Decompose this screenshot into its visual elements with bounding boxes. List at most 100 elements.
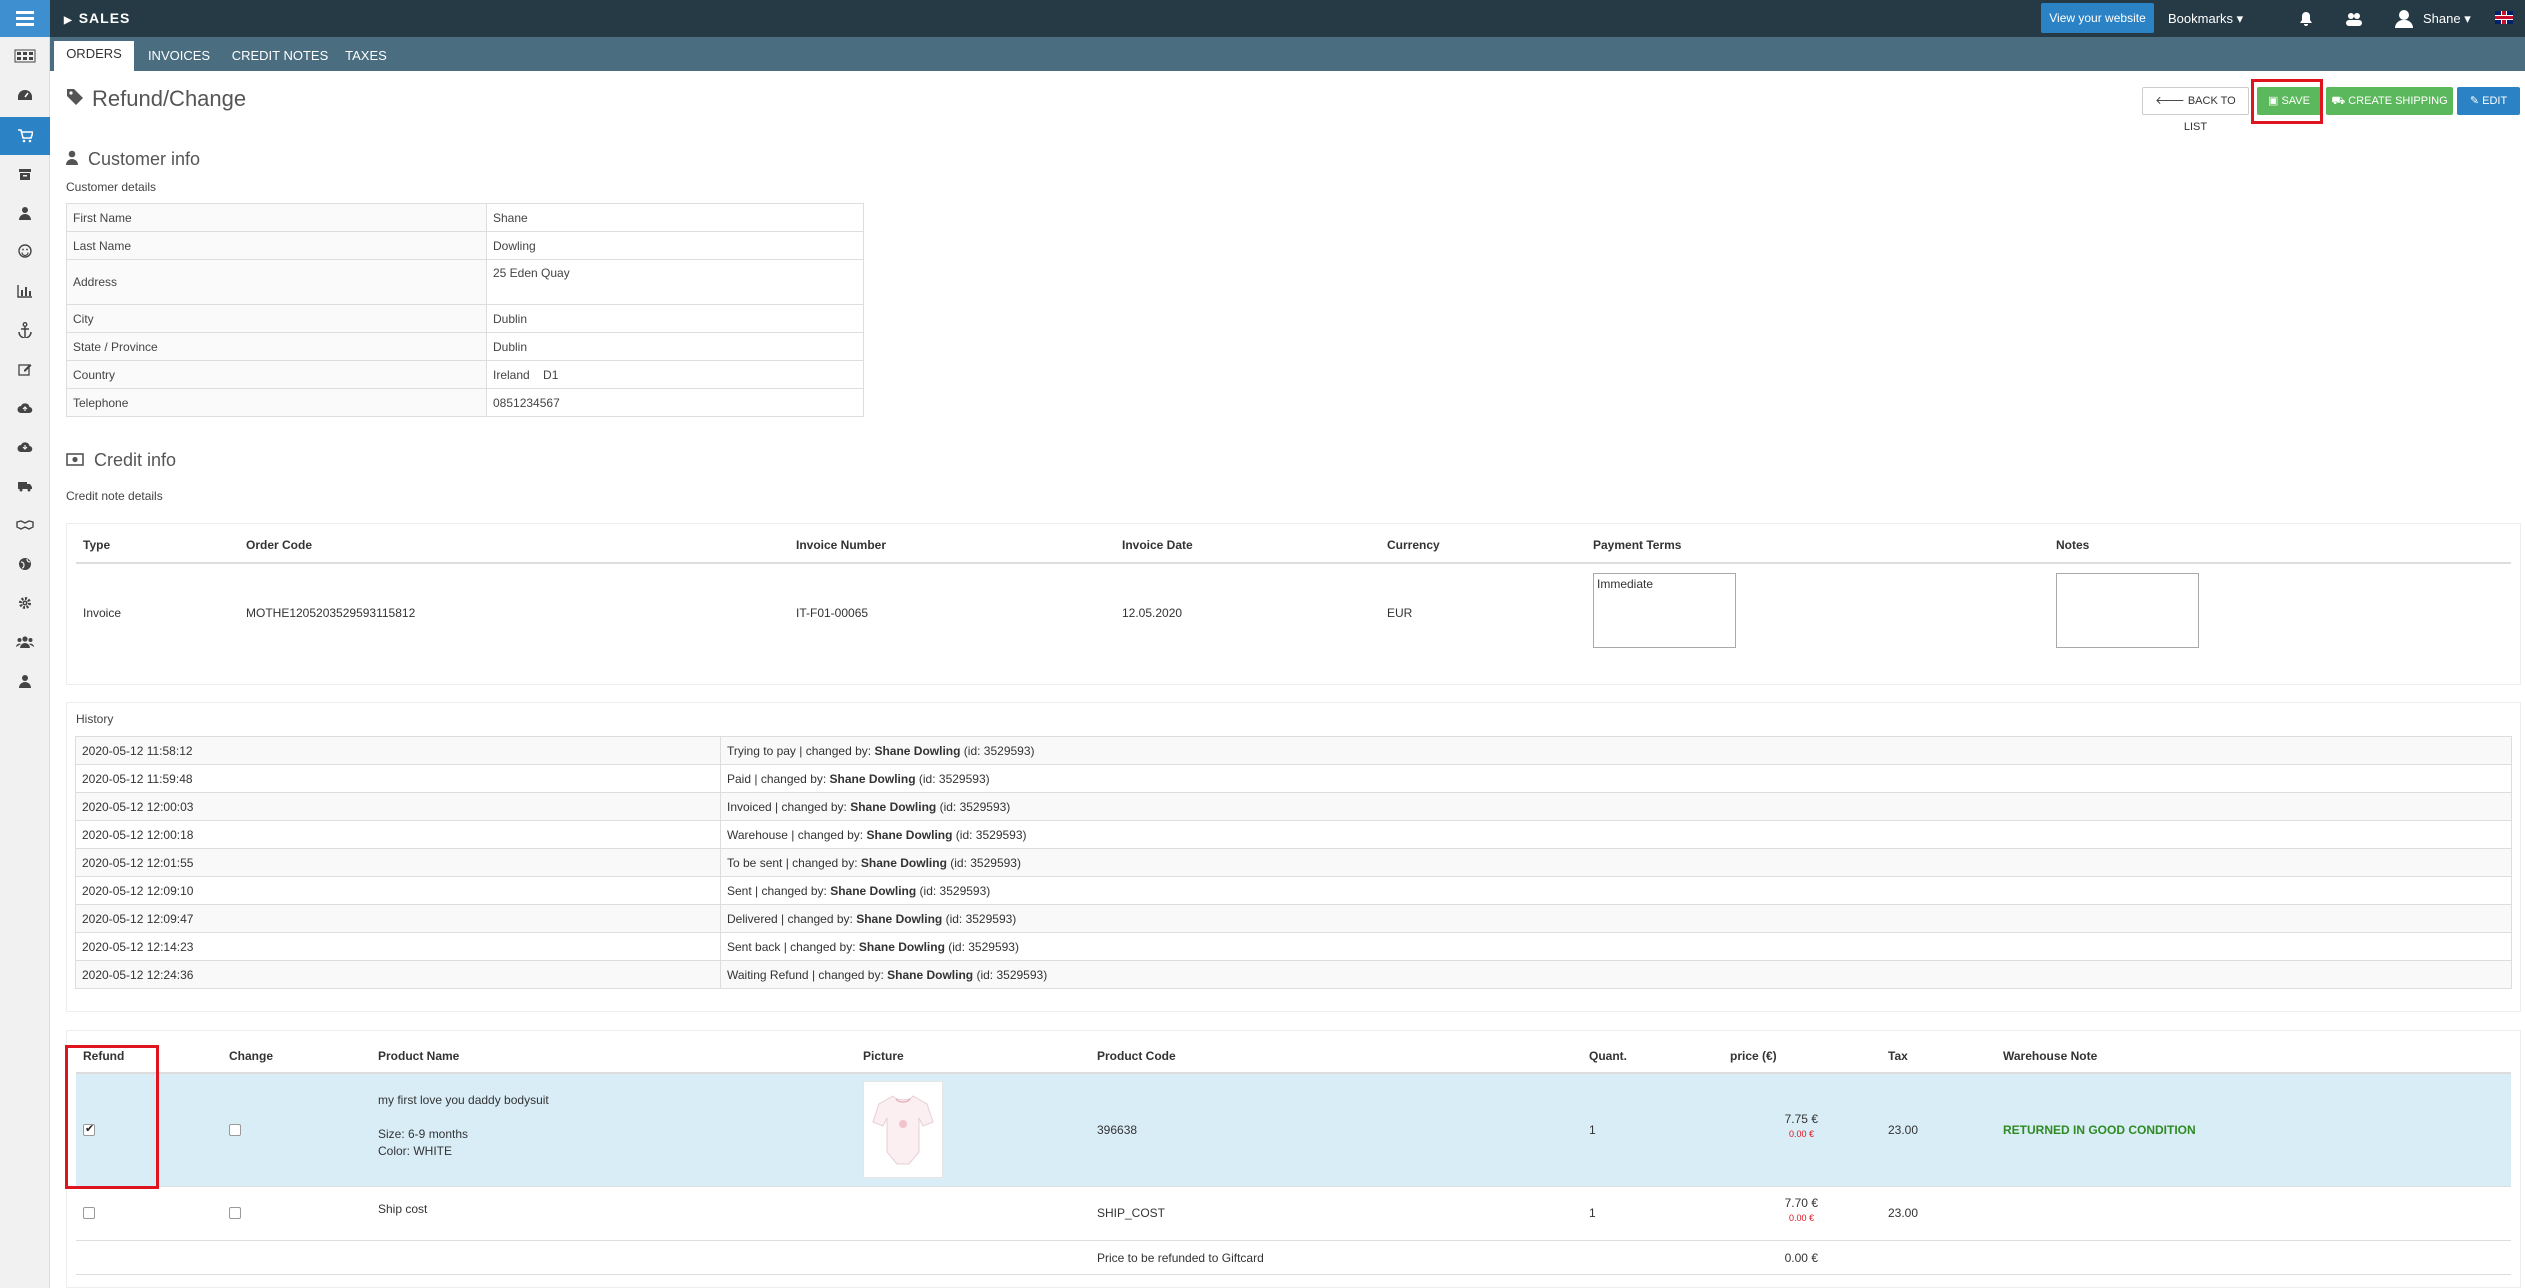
customer-table: First Name Shane Last Name Dowling Address… (66, 203, 864, 417)
change-checkbox[interactable] (229, 1207, 241, 1219)
payment-terms-textarea[interactable]: Immediate (1593, 573, 1736, 648)
tab-invoices[interactable]: INVOICES (134, 37, 224, 71)
history-user: Shane Dowling (858, 939, 945, 954)
history-row: 2020-05-12 12:24:36 Waiting Refund | chan… (75, 960, 2512, 989)
pencil-icon: ✎ (2469, 95, 2483, 107)
history-status: Paid (727, 771, 752, 786)
history-status: Trying to pay (727, 743, 796, 758)
edit-icon[interactable] (0, 350, 50, 388)
page-title-text: Refund/Change (92, 86, 247, 111)
bodysuit-image (863, 1081, 943, 1178)
user-avatar-icon (2395, 9, 2413, 28)
history-user: Shane Dowling (830, 883, 917, 898)
product-tax: 23.00 (1888, 1123, 1919, 1137)
history-event: Invoiced | changed by: Shane Dowling (id… (720, 792, 2512, 821)
account-icon[interactable] (0, 662, 50, 700)
history-date: 2020-05-12 12:01:55 (75, 848, 721, 877)
history-date: 2020-05-12 11:58:12 (75, 736, 721, 765)
sub-tabs-bar: ORDERS INVOICES CREDIT NOTES TAXES (50, 37, 2525, 71)
user-icon[interactable] (0, 194, 50, 232)
globe-icon[interactable] (0, 545, 50, 583)
history-user: Shane Dowling (860, 855, 947, 870)
cloud-upload-icon[interactable] (0, 389, 50, 427)
bar-chart-icon[interactable] (0, 272, 50, 310)
group-icon[interactable] (2345, 0, 2363, 37)
highlight-save-box (2251, 79, 2323, 124)
history-user: Shane Dowling (829, 771, 916, 786)
bookmarks-dropdown[interactable]: Bookmarks ▾ (2168, 0, 2243, 37)
create-shipping-button[interactable]: ⛟ CREATE SHIPPING (2326, 87, 2453, 115)
customer-label: First Name (66, 203, 487, 232)
customer-details-label: Customer details (66, 180, 157, 194)
refund-checkbox[interactable] (83, 1207, 95, 1219)
row-divider (76, 1186, 2511, 1187)
history-row: 2020-05-12 11:58:12 Trying to pay | chang… (75, 736, 2512, 765)
credit-order-code: MOTHE1205203529593115812 (246, 606, 416, 620)
customer-label: Last Name (66, 231, 487, 260)
anchor-icon[interactable] (0, 311, 50, 349)
sidebar-item-grid[interactable] (0, 37, 50, 75)
menu-toggle-icon[interactable] (0, 0, 50, 37)
col-picture: Picture (863, 1049, 904, 1063)
history-event: Warehouse | changed by: Shane Dowling (i… (720, 820, 2512, 849)
history-event: To be sent | changed by: Shane Dowling (… (720, 848, 2512, 877)
history-status: Sent back (727, 939, 781, 954)
dashboard-icon[interactable] (0, 76, 50, 114)
credit-currency: EUR (1387, 606, 1413, 620)
history-row: 2020-05-12 12:09:47 Delivered | changed b… (75, 904, 2512, 933)
credit-invoice-number: IT-F01-00065 (796, 606, 869, 620)
tab-orders[interactable]: ORDERS (54, 41, 134, 71)
giftcard-label: Price to be refunded to Giftcard (1097, 1251, 1264, 1265)
bell-icon[interactable] (2299, 0, 2313, 37)
truck-icon[interactable] (0, 467, 50, 505)
tab-credit-notes[interactable]: CREDIT NOTES (224, 37, 336, 71)
customer-info-heading: Customer info (66, 149, 200, 170)
customer-label: Address (66, 259, 487, 305)
handshake-icon[interactable] (0, 506, 50, 544)
col-quant: Quant. (1589, 1049, 1627, 1063)
product-price-refund: 0.00 € (1788, 1129, 1814, 1139)
archive-icon[interactable] (0, 155, 50, 193)
history-changed-by: | changed by: (782, 855, 861, 870)
page-title: Refund/Change (66, 86, 246, 112)
product-price: 7.70 € (1784, 1196, 1818, 1210)
cloud-download-icon[interactable] (0, 428, 50, 466)
change-checkbox[interactable] (229, 1124, 241, 1136)
money-icon (66, 450, 84, 471)
view-website-button[interactable]: View your website (2041, 3, 2154, 33)
history-user: Shane Dowling (856, 911, 943, 926)
history-changed-by: | changed by: (808, 967, 888, 982)
col-product-code: Product Code (1097, 1049, 1176, 1063)
credit-note-details-label: Credit note details (66, 489, 163, 503)
col-change: Change (229, 1049, 274, 1063)
sidebar (0, 37, 50, 1288)
users-icon[interactable] (0, 623, 50, 661)
back-to-list-button[interactable]: 🡐 BACK TO LIST (2142, 87, 2249, 133)
product-tax: 23.00 (1888, 1206, 1919, 1220)
arrow-left-icon: 🡐 (2155, 95, 2188, 107)
history-user-id: (id: 3529593) (936, 799, 1011, 814)
history-user: Shane Dowling (866, 827, 953, 842)
product-name: my first love you daddy bodysuit (378, 1093, 549, 1107)
cart-icon[interactable] (0, 117, 50, 155)
col-order-code: Order Code (246, 538, 313, 552)
history-event: Trying to pay | changed by: Shane Dowlin… (720, 736, 2512, 765)
gear-icon[interactable] (0, 584, 50, 622)
history-event: Delivered | changed by: Shane Dowling (i… (720, 904, 2512, 933)
user-menu[interactable]: Shane ▾ (2395, 0, 2471, 37)
history-row: 2020-05-12 12:00:18 Warehouse | changed b… (75, 820, 2512, 849)
product-color: Color: WHITE (378, 1144, 453, 1158)
history-label: History (76, 712, 114, 726)
uk-flag-icon[interactable] (2495, 11, 2513, 24)
tab-taxes[interactable]: TAXES (336, 37, 396, 71)
edit-button[interactable]: ✎ EDIT (2457, 87, 2520, 115)
history-row: 2020-05-12 12:09:10 Sent | changed by: Sh… (75, 876, 2512, 905)
warehouse-note: RETURNED IN GOOD CONDITION (2003, 1123, 2196, 1137)
notes-textarea[interactable] (2056, 573, 2199, 648)
history-status: Delivered (727, 911, 778, 926)
product-code: SHIP_COST (1097, 1206, 1166, 1220)
history-user-id: (id: 3529593) (944, 939, 1019, 954)
history-row: 2020-05-12 12:14:23 Sent back | changed b… (75, 932, 2512, 961)
smile-icon[interactable] (0, 232, 50, 270)
history-date: 2020-05-12 12:14:23 (75, 932, 721, 961)
